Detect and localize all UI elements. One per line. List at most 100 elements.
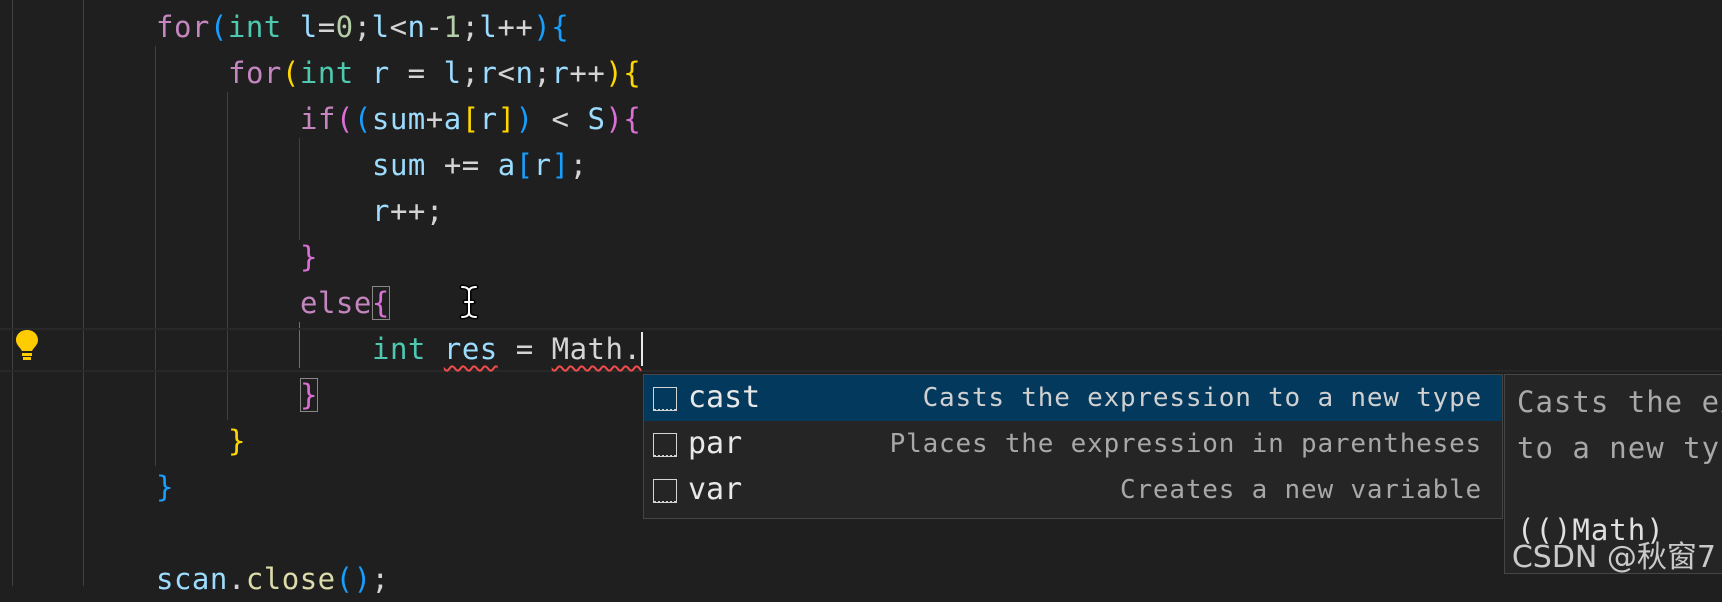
details-text: to a new typ xyxy=(1517,431,1722,465)
code-token: } xyxy=(156,470,174,504)
current-line-highlight xyxy=(0,328,1722,372)
code-line[interactable]: for(int l=0;l<n-1;l++){ xyxy=(156,4,569,50)
indent-guide xyxy=(299,138,300,240)
code-token: r xyxy=(533,148,552,182)
code-token: = xyxy=(389,56,444,90)
suggestion-item[interactable]: par Places the expression in parentheses xyxy=(644,421,1502,467)
suggestion-item[interactable]: var Creates a new variable xyxy=(644,467,1502,513)
code-token: [ xyxy=(515,148,534,182)
code-token: { xyxy=(371,286,390,320)
suggestion-widget[interactable]: cast Casts the expression to a new type … xyxy=(643,374,1503,519)
code-token: int xyxy=(299,56,354,90)
suggestion-label: var xyxy=(688,472,743,507)
code-token: ( xyxy=(353,102,372,136)
snippet-icon xyxy=(653,387,677,411)
code-token: . xyxy=(227,562,246,596)
code-token: ) xyxy=(515,102,534,136)
suggestion-label: cast xyxy=(688,380,761,415)
code-token: ) xyxy=(605,56,624,90)
code-token: ) xyxy=(533,10,552,44)
snippet-icon xyxy=(653,433,677,457)
code-token: r xyxy=(371,56,390,90)
suggestion-label: par xyxy=(688,426,743,461)
suggestion-description: Casts the expression to a new type xyxy=(922,383,1482,413)
code-token: ; xyxy=(461,10,480,44)
code-line[interactable]: sum += a[r]; xyxy=(372,142,588,188)
details-text: Casts the ex xyxy=(1517,385,1722,419)
code-line[interactable]: int res = Math. xyxy=(372,326,644,372)
code-token: ; xyxy=(461,56,480,90)
code-token: for xyxy=(228,56,282,90)
code-token: close xyxy=(245,562,336,596)
code-token: else xyxy=(300,286,372,320)
code-line[interactable]: if((sum+a[r]) < S){ xyxy=(300,96,641,142)
code-line[interactable]: for(int r = l;r<n;r++){ xyxy=(228,50,641,96)
code-token: ( xyxy=(281,56,300,90)
code-token: ( xyxy=(209,10,228,44)
code-token: scan xyxy=(156,562,228,596)
code-token: 0 xyxy=(335,10,354,44)
code-token: n xyxy=(515,56,534,90)
code-token: Math. xyxy=(551,332,642,366)
indent-guide xyxy=(155,46,156,466)
code-token: r xyxy=(479,56,498,90)
code-line[interactable]: r++; xyxy=(372,188,444,234)
code-token: int xyxy=(227,10,282,44)
code-token: sum xyxy=(371,102,426,136)
code-token: l xyxy=(479,10,498,44)
suggestion-item[interactable]: cast Casts the expression to a new type xyxy=(644,375,1502,421)
code-token: r xyxy=(479,102,498,136)
code-line[interactable]: } xyxy=(300,372,318,418)
code-token: = xyxy=(317,10,336,44)
lightbulb-icon[interactable] xyxy=(14,328,40,362)
code-token: l xyxy=(443,56,462,90)
code-token: for xyxy=(156,10,210,44)
code-token: sum xyxy=(372,148,426,182)
watermark: CSDN @秋窗7 xyxy=(1511,540,1716,575)
code-token: ( xyxy=(335,102,354,136)
code-line[interactable]: else{ xyxy=(300,280,390,326)
code-token: ; xyxy=(371,562,390,596)
code-token: l xyxy=(371,10,390,44)
code-token: = xyxy=(497,332,552,366)
snippet-icon xyxy=(653,479,677,503)
code-token: ) xyxy=(605,102,624,136)
code-token: int xyxy=(372,332,426,366)
code-token: ; xyxy=(533,56,552,90)
code-token: ++ xyxy=(497,10,534,44)
code-token: a xyxy=(497,148,516,182)
code-line[interactable]: } xyxy=(228,418,246,464)
code-token: [ xyxy=(461,102,480,136)
suggestion-description: Creates a new variable xyxy=(1120,475,1482,505)
code-token: l xyxy=(299,10,318,44)
suggestion-description: Places the expression in parentheses xyxy=(889,429,1482,459)
code-token: ; xyxy=(569,148,588,182)
code-token: S xyxy=(587,102,606,136)
code-token: < xyxy=(497,56,516,90)
code-token: ] xyxy=(497,102,516,136)
code-token: { xyxy=(551,10,570,44)
text-caret xyxy=(641,332,644,366)
indent-guide xyxy=(12,0,13,586)
code-token: ++ xyxy=(569,56,606,90)
code-token: a xyxy=(443,102,462,136)
code-token: += xyxy=(425,148,498,182)
code-token: + xyxy=(425,102,444,136)
code-token: 1 xyxy=(443,10,462,44)
code-token: ; xyxy=(353,10,372,44)
code-token: () xyxy=(335,562,372,596)
indent-guide xyxy=(83,0,84,586)
code-token: } xyxy=(300,378,318,412)
code-line[interactable]: scan.close(); xyxy=(156,556,390,602)
code-token: } xyxy=(300,240,318,274)
code-token: res xyxy=(443,332,498,366)
code-line[interactable]: } xyxy=(300,234,318,280)
code-token: ] xyxy=(551,148,570,182)
code-token: n xyxy=(407,10,426,44)
code-token: ++; xyxy=(389,194,444,228)
code-token: r xyxy=(372,194,390,228)
code-line[interactable]: } xyxy=(156,464,174,510)
